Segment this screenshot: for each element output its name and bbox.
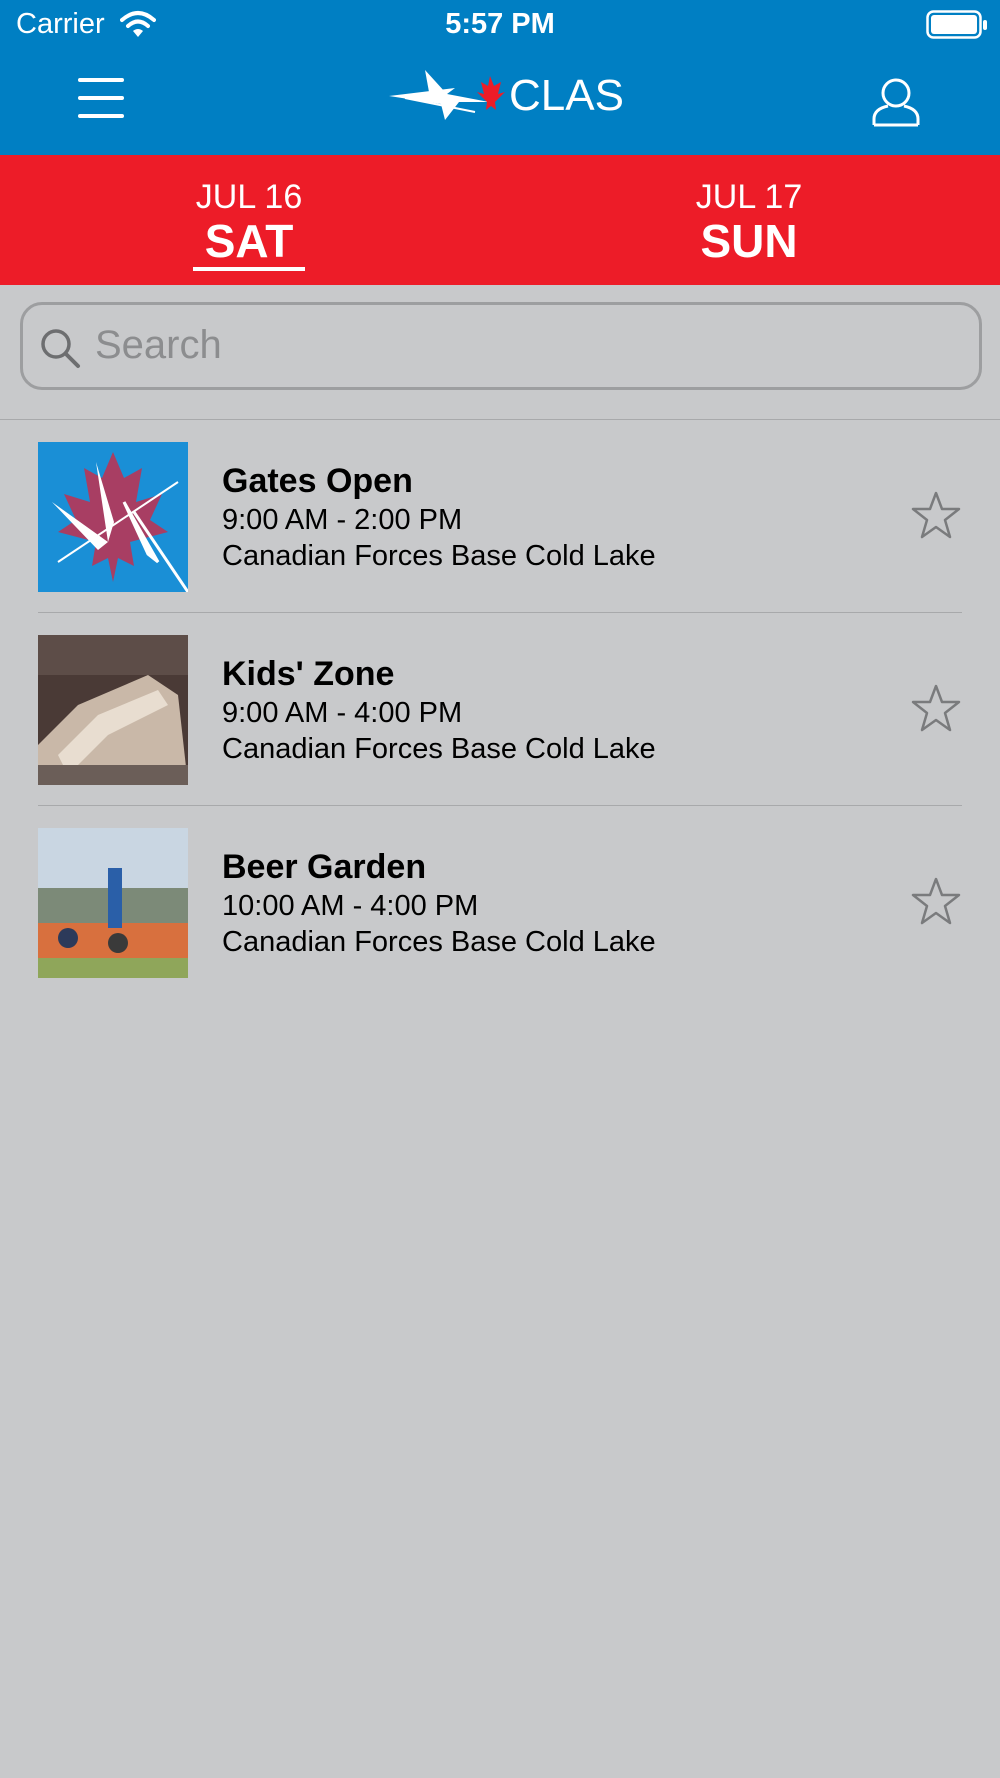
event-row-beer-garden[interactable]: Beer Garden 10:00 AM - 4:00 PM Canadian … xyxy=(38,806,962,998)
svg-text:CLAS: CLAS xyxy=(509,71,624,120)
search-bar xyxy=(0,285,1000,420)
day-weekday: SUN xyxy=(700,215,798,267)
selected-indicator xyxy=(193,267,305,271)
favorite-star-icon[interactable] xyxy=(910,683,962,735)
app-header: Carrier 5:57 PM CLAS xyxy=(0,0,1000,155)
hamburger-icon xyxy=(78,78,124,82)
menu-button[interactable] xyxy=(78,78,124,122)
event-location: Canadian Forces Base Cold Lake xyxy=(222,540,656,572)
event-info: Beer Garden 10:00 AM - 4:00 PM Canadian … xyxy=(222,846,656,960)
day-tab-sun[interactable]: JUL 17 SUN xyxy=(649,177,849,265)
favorite-star-icon[interactable] xyxy=(910,876,962,928)
event-thumbnail xyxy=(38,828,188,978)
status-bar: Carrier 5:57 PM xyxy=(0,0,1000,50)
clas-logo: CLAS xyxy=(385,66,625,128)
event-row-kids-zone[interactable]: Kids' Zone 9:00 AM - 4:00 PM Canadian Fo… xyxy=(38,613,962,806)
event-info: Gates Open 9:00 AM - 2:00 PM Canadian Fo… xyxy=(222,460,656,574)
event-time: 9:00 AM - 4:00 PM xyxy=(222,697,463,729)
day-selector: JUL 16 SAT JUL 17 SUN xyxy=(0,155,1000,285)
day-date: JUL 16 xyxy=(195,178,303,216)
event-title: Beer Garden xyxy=(222,848,427,886)
event-thumbnail xyxy=(38,442,188,592)
day-weekday: SAT xyxy=(204,215,294,267)
event-row-gates-open[interactable]: Gates Open 9:00 AM - 2:00 PM Canadian Fo… xyxy=(38,420,962,613)
day-date: JUL 17 xyxy=(695,178,803,216)
profile-button[interactable] xyxy=(870,75,922,127)
event-list: Gates Open 9:00 AM - 2:00 PM Canadian Fo… xyxy=(38,420,962,998)
day-tab-sat[interactable]: JUL 16 SAT xyxy=(149,177,349,271)
event-time: 10:00 AM - 4:00 PM xyxy=(222,890,479,922)
battery-icon xyxy=(926,10,987,39)
event-info: Kids' Zone 9:00 AM - 4:00 PM Canadian Fo… xyxy=(222,653,656,767)
favorite-star-icon[interactable] xyxy=(910,490,962,542)
event-location: Canadian Forces Base Cold Lake xyxy=(222,733,656,765)
search-icon xyxy=(41,329,80,368)
search-input[interactable] xyxy=(93,319,957,371)
event-title: Gates Open xyxy=(222,462,413,500)
event-location: Canadian Forces Base Cold Lake xyxy=(222,926,656,958)
search-field[interactable] xyxy=(20,302,982,390)
event-thumbnail xyxy=(38,635,188,785)
event-time: 9:00 AM - 2:00 PM xyxy=(222,504,463,536)
status-time: 5:57 PM xyxy=(445,8,555,40)
event-title: Kids' Zone xyxy=(222,655,395,693)
